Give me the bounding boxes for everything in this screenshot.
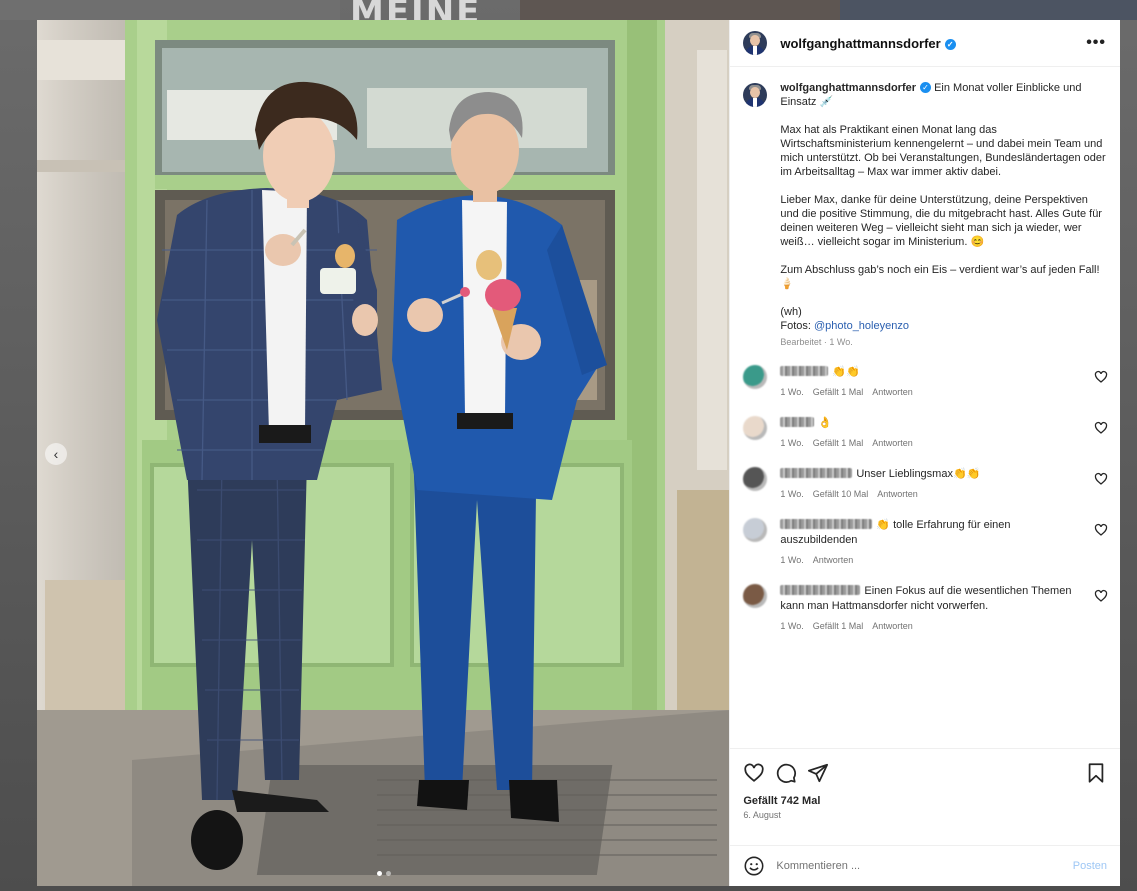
commenter-username-redacted[interactable]: [780, 366, 829, 376]
comment-text: 👏👏: [832, 366, 860, 378]
commenter-avatar[interactable]: [743, 518, 768, 542]
photo-credit-mention-link[interactable]: @photo_holeyenzo: [814, 320, 909, 332]
comment-like-heart-icon[interactable]: [1094, 472, 1108, 486]
commenter-avatar[interactable]: [743, 584, 768, 608]
comment-reply-button[interactable]: Antworten: [872, 436, 913, 451]
comment-reply-button[interactable]: Antworten: [872, 385, 913, 400]
post-caption: wolfganghattmannsdorfer ✓ Ein Monat volle…: [743, 81, 1106, 349]
comment-row: 👏👏 1 Wo. Gefällt 1 Mal Antworten: [743, 365, 1108, 400]
caption-author-avatar[interactable]: [743, 83, 768, 107]
comment-row: 👏 tolle Erfahrung für einen auszubildend…: [743, 518, 1108, 568]
author-username[interactable]: wolfganghattmannsdorfer ✓: [780, 35, 956, 51]
backdrop-strip: [0, 0, 340, 20]
carousel-dot: [386, 871, 391, 876]
commenter-username-redacted[interactable]: [780, 468, 853, 478]
backdrop-strip: [520, 0, 840, 20]
comment-row: Einen Fokus auf die wesentlichen Themen …: [743, 584, 1108, 634]
comment-time: 1 Wo.: [780, 387, 804, 397]
post-modal: ‹ wolfganghattmannsdorfer ✓ ••• wolfgang…: [37, 20, 1120, 886]
caption-text: wolfganghattmannsdorfer ✓ Ein Monat volle…: [780, 81, 1106, 349]
bookmark-icon[interactable]: [1085, 762, 1107, 784]
comment-time: 1 Wo.: [780, 489, 804, 499]
comment-time: 1 Wo.: [780, 555, 804, 565]
caption-signoff: (wh): [780, 306, 802, 318]
comment-row: Unser Lieblingsmax👏👏 1 Wo. Gefällt 10 Mal A…: [743, 467, 1108, 502]
caption-paragraph: Zum Abschluss gab’s noch ein Eis – verdi…: [780, 264, 1100, 290]
post-photo[interactable]: ‹: [37, 20, 730, 886]
comment-reply-button[interactable]: Antworten: [877, 487, 918, 502]
comment-body: 👏👏 1 Wo. Gefällt 1 Mal Antworten: [780, 365, 1080, 400]
syringe-emoji-icon: 💉: [819, 96, 834, 108]
comment-time: 1 Wo.: [780, 438, 804, 448]
comment-reply-button[interactable]: Antworten: [872, 619, 913, 634]
post-comment-button[interactable]: Posten: [1073, 860, 1107, 872]
comment-input[interactable]: [774, 859, 1073, 873]
comment-like-heart-icon[interactable]: [1094, 523, 1108, 537]
comment-meta: 1 Wo. Gefällt 1 Mal Antworten: [780, 385, 1080, 400]
comment-meta: 1 Wo. Gefällt 1 Mal Antworten: [780, 619, 1080, 634]
post-actions: Gefällt 742 Mal 6. August: [730, 748, 1120, 845]
caption-paragraph: Max hat als Praktikant einen Monat lang …: [780, 124, 1106, 178]
comment-row: 👌 1 Wo. Gefällt 1 Mal Antworten: [743, 416, 1108, 451]
carousel-dot: [377, 871, 382, 876]
comment-meta: 1 Wo. Antworten: [780, 553, 1080, 568]
comment-meta: 1 Wo. Gefällt 10 Mal Antworten: [780, 487, 1080, 502]
likes-count[interactable]: Gefällt 742 Mal: [743, 795, 1107, 807]
commenter-username-redacted[interactable]: [780, 519, 873, 529]
share-icon[interactable]: [807, 762, 829, 784]
comment-text: 👌: [818, 417, 833, 429]
verified-badge-icon: ✓: [944, 38, 956, 50]
caption-paragraph: Lieber Max, danke für deine Unterstützun…: [780, 194, 1102, 248]
comment-like-heart-icon[interactable]: [1094, 370, 1108, 384]
comment-text: Unser Lieblingsmax👏👏: [856, 468, 981, 480]
backdrop-strip: [840, 0, 1137, 20]
commenter-avatar[interactable]: [743, 416, 768, 440]
comment-likes[interactable]: Gefällt 1 Mal: [813, 385, 864, 400]
commenter-avatar[interactable]: [743, 467, 768, 491]
caption-meta: Bearbeitet · 1 Wo.: [780, 337, 853, 347]
comment-like-heart-icon[interactable]: [1094, 589, 1108, 603]
author-avatar[interactable]: [743, 31, 768, 55]
carousel-dots: [377, 871, 391, 876]
commenter-username-redacted[interactable]: [780, 585, 861, 595]
chevron-left-icon[interactable]: ‹: [45, 443, 67, 465]
verified-badge-icon: ✓: [920, 82, 932, 93]
post-header: wolfganghattmannsdorfer ✓ •••: [730, 20, 1120, 67]
comments-scroll-area[interactable]: wolfganghattmannsdorfer ✓ Ein Monat volle…: [730, 67, 1120, 748]
caption-username[interactable]: wolfganghattmannsdorfer: [780, 82, 916, 94]
comment-body: 👏 tolle Erfahrung für einen auszubildend…: [780, 518, 1080, 568]
post-date: 6. August: [743, 810, 781, 820]
photo-credit-label: Fotos:: [780, 320, 811, 332]
commenter-avatar[interactable]: [743, 365, 768, 389]
comment-likes[interactable]: Gefällt 10 Mal: [813, 487, 869, 502]
comment-body: Einen Fokus auf die wesentlichen Themen …: [780, 584, 1080, 634]
comment-like-heart-icon[interactable]: [1094, 421, 1108, 435]
comment-reply-button[interactable]: Antworten: [813, 553, 854, 568]
comment-time: 1 Wo.: [780, 621, 804, 631]
emoji-icon[interactable]: [743, 855, 765, 877]
comment-likes[interactable]: Gefällt 1 Mal: [813, 436, 864, 451]
more-options-icon[interactable]: •••: [1086, 34, 1106, 52]
comments-list: 👏👏 1 Wo. Gefällt 1 Mal Antworten 👌 1 Wo. Gefäl…: [743, 365, 1108, 634]
comment-likes[interactable]: Gefällt 1 Mal: [813, 619, 864, 634]
comment-body: 👌 1 Wo. Gefällt 1 Mal Antworten: [780, 416, 1080, 451]
post-side-panel: wolfganghattmannsdorfer ✓ ••• wolfganghat…: [729, 20, 1120, 886]
comment-body: Unser Lieblingsmax👏👏 1 Wo. Gefällt 10 Mal A…: [780, 467, 1080, 502]
comment-composer: Posten: [730, 845, 1120, 886]
post-photo-image: [37, 20, 730, 886]
comment-meta: 1 Wo. Gefällt 1 Mal Antworten: [780, 436, 1080, 451]
comment-icon[interactable]: [775, 762, 797, 784]
heart-icon[interactable]: [743, 762, 765, 784]
author-username-text: wolfganghattmannsdorfer: [780, 35, 941, 51]
commenter-username-redacted[interactable]: [780, 417, 815, 427]
